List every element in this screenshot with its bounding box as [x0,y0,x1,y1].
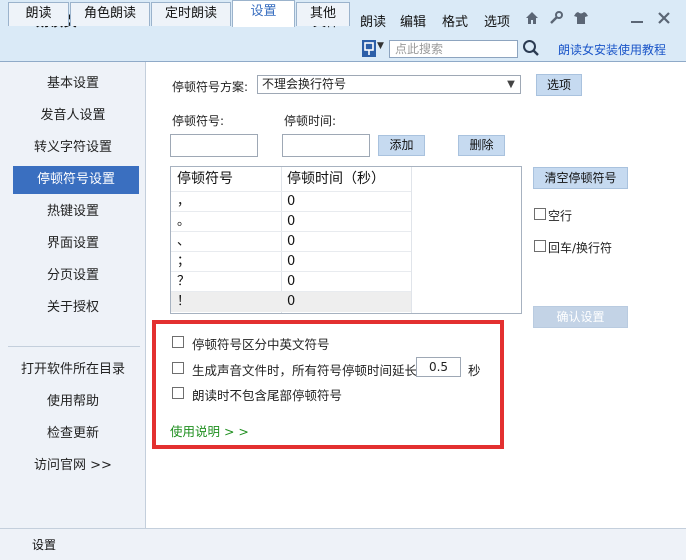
newline-checkbox[interactable] [534,240,546,252]
search-input[interactable]: 点此搜索 [389,40,518,58]
symbol-cell: ？ [177,274,191,289]
symbol-label: 停顿符号: [172,114,225,128]
chevron-down-icon[interactable]: ▼ [377,41,384,51]
symbol-cell: 、 [177,234,191,249]
table-row[interactable]: ？ 0 [171,271,411,292]
sidebar-visit-website[interactable]: 访问官网 >> [0,452,146,480]
sidebar-item-pagination[interactable]: 分页设置 [0,262,146,290]
blank-line-checkbox[interactable] [534,208,546,220]
time-input[interactable] [282,134,370,157]
close-icon[interactable] [656,10,672,30]
time-cell: 0 [287,234,296,249]
scheme-value: 不理会换行符号 [262,77,347,91]
exclude-tail-checkbox[interactable] [172,387,184,399]
search-icon[interactable] [522,39,540,60]
table-header-symbol[interactable]: 停顿符号 [171,167,281,191]
distinguish-symbols-checkbox[interactable] [172,336,184,348]
sidebar-item-interface[interactable]: 界面设置 [0,230,146,258]
menu-edit[interactable]: 编辑 [400,11,426,30]
symbol-cell: 。 [177,214,191,229]
symbol-cell: ； [177,254,191,269]
table-row[interactable]: ； 0 [171,251,411,272]
symbol-cell: ， [177,194,191,209]
symbol-input[interactable] [170,134,258,157]
sidebar-item-pause-symbols[interactable]: 停顿符号设置 [13,166,139,194]
sidebar-item-hotkeys[interactable]: 热键设置 [0,198,146,226]
tools-icon[interactable] [548,10,564,30]
scheme-select[interactable]: 不理会换行符号 ▼ [257,75,521,94]
menu-read[interactable]: 朗读 [360,11,386,30]
time-label: 停顿时间: [284,114,337,128]
blank-line-label: 空行 [548,209,573,223]
usage-help-link[interactable]: 使用说明 > > [170,421,249,440]
tab-timed-read[interactable]: 定时朗读 [151,2,231,26]
sidebar-item-escape-chars[interactable]: 转义字符设置 [0,134,146,162]
table-row[interactable]: ！ 0 [171,291,411,312]
pause-symbol-table[interactable]: 停顿符号 停顿时间（秒） ， 0 。 0 、 0 ； 0 ？ 0 ！ 0 [170,166,522,314]
sidebar-check-update[interactable]: 检查更新 [0,420,146,448]
bookmark-filter-icon[interactable] [362,40,376,57]
clear-symbols-button[interactable]: 清空停顿符号 [533,167,628,189]
tab-settings[interactable]: 设置 [232,0,295,27]
shirt-icon[interactable] [573,10,589,30]
sidebar-item-license[interactable]: 关于授权 [0,294,146,322]
time-cell: 0 [287,254,296,269]
tab-role-read[interactable]: 角色朗读 [70,2,150,26]
sidebar-item-basic[interactable]: 基本设置 [0,70,146,98]
symbol-cell: ！ [177,294,191,309]
newline-label: 回车/换行符 [548,241,613,255]
exclude-tail-label: 朗读时不包含尾部停顿符号 [192,388,343,403]
extend-pause-checkbox[interactable] [172,362,184,374]
home-icon[interactable] [524,10,540,30]
add-button[interactable]: 添加 [378,135,425,156]
sidebar-open-folder[interactable]: 打开软件所在目录 [0,356,146,384]
tab-read[interactable]: 朗读 [8,2,69,26]
sidebar-help[interactable]: 使用帮助 [0,388,146,416]
seconds-unit: 秒 [468,363,481,378]
column-divider [411,167,412,313]
table-row[interactable]: 、 0 [171,231,411,252]
scheme-label: 停顿符号方案: [172,80,249,94]
options-button[interactable]: 选项 [536,74,582,96]
extend-pause-label: 生成声音文件时，所有符号停顿时间延长 [192,363,418,378]
tab-other[interactable]: 其他 [296,2,350,26]
delete-button[interactable]: 删除 [458,135,505,156]
sidebar-item-speaker[interactable]: 发音人设置 [0,102,146,130]
time-cell: 0 [287,214,296,229]
table-row[interactable]: ， 0 [171,191,411,212]
tutorial-link[interactable]: 朗读女安装使用教程 [558,41,666,58]
menu-options[interactable]: 选项 [484,11,510,30]
confirm-settings-button[interactable]: 确认设置 [533,306,628,328]
time-cell: 0 [287,274,296,289]
time-cell: 0 [287,194,296,209]
sidebar-divider [8,346,140,347]
chevron-down-icon: ▼ [507,79,515,90]
table-row[interactable]: 。 0 [171,211,411,232]
distinguish-symbols-label: 停顿符号区分中英文符号 [192,337,330,352]
minimize-icon[interactable] [630,10,644,30]
extend-seconds-input[interactable]: 0.5 [416,357,461,377]
table-header-time[interactable]: 停顿时间（秒） [281,167,411,191]
status-text: 设置 [32,538,57,552]
time-cell: 0 [287,294,296,309]
menu-format[interactable]: 格式 [442,11,468,30]
status-bar [0,528,686,560]
